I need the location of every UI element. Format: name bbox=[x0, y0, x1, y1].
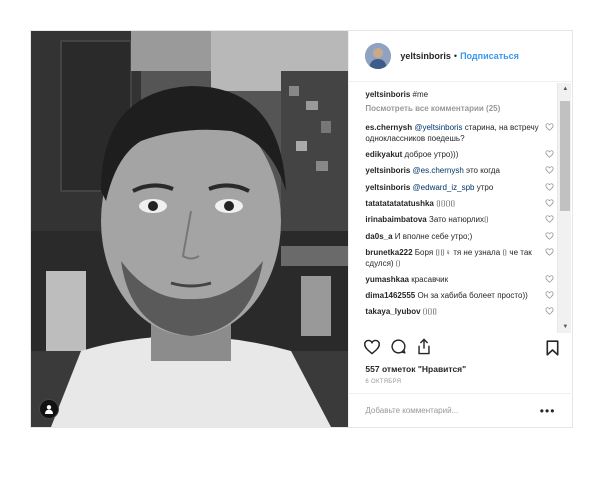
more-options-icon[interactable]: ••• bbox=[540, 405, 556, 417]
comment-username[interactable]: yumashkaa bbox=[365, 275, 409, 284]
comment-text: доброе утро))) bbox=[404, 149, 459, 159]
comment-username[interactable]: takaya_lyubov bbox=[365, 307, 420, 316]
bookmark-icon[interactable] bbox=[546, 340, 559, 361]
heart-icon[interactable] bbox=[545, 166, 557, 177]
comment-mention-link[interactable]: @es.chernysh bbox=[413, 166, 464, 175]
comment-row: es.chernysh @yeltsinboris старина, на вс… bbox=[365, 122, 557, 144]
comment-body: yeltsinboris @es.chernysh это когда bbox=[365, 165, 541, 176]
comment-body: dima1462555 Он за хабиба болеет просто)) bbox=[365, 290, 541, 301]
comment-text: Зато натюрлих⌷ bbox=[429, 215, 489, 225]
caption-text: #me bbox=[412, 90, 429, 99]
heart-icon[interactable] bbox=[545, 274, 557, 286]
heart-icon[interactable] bbox=[545, 291, 557, 302]
add-comment-row: ••• bbox=[349, 393, 572, 427]
post-header: yeltsinboris • Подписаться bbox=[349, 31, 572, 82]
comment-body: yumashkaa красавчик bbox=[365, 274, 541, 285]
heart-icon[interactable] bbox=[545, 248, 557, 259]
heart-icon[interactable] bbox=[545, 150, 557, 161]
heart-icon[interactable] bbox=[545, 232, 557, 243]
comment-username[interactable]: brunetka222 bbox=[365, 248, 412, 257]
comment-text: это когда bbox=[463, 166, 500, 176]
comment-row: takaya_lyubov ⌷⌷⌷ bbox=[365, 306, 557, 318]
heart-icon[interactable] bbox=[545, 182, 557, 194]
comment-row: yumashkaa красавчик bbox=[365, 274, 557, 286]
comment-text: утро bbox=[474, 182, 494, 192]
selfie-photo-illustration bbox=[31, 31, 349, 427]
load-more-comments-link[interactable]: Посмотреть все комментарии (25) bbox=[365, 104, 557, 113]
caption-username[interactable]: yeltsinboris bbox=[365, 90, 410, 99]
header-username[interactable]: yeltsinboris bbox=[400, 51, 451, 61]
header-separator-dot: • bbox=[453, 51, 458, 61]
comment-body: brunetka222 Боря ⌷⌷♀ тя не узнала ⌷ че т… bbox=[365, 247, 541, 269]
avatar[interactable] bbox=[365, 43, 392, 69]
comment-row: yeltsinboris @es.chernysh это когда bbox=[365, 165, 557, 177]
post-photo[interactable] bbox=[31, 31, 349, 427]
comment-body: takaya_lyubov ⌷⌷⌷ bbox=[365, 306, 541, 317]
scrollbar-thumb[interactable] bbox=[560, 101, 571, 211]
comment-text: Он за хабиба болеет просто)) bbox=[417, 290, 528, 300]
heart-icon[interactable] bbox=[545, 307, 557, 318]
comment-row: da0s_a И вполне себе утро;) bbox=[365, 231, 557, 243]
comment-body: es.chernysh @yeltsinboris старина, на вс… bbox=[365, 122, 541, 144]
post-date[interactable]: 6 ОКТЯБРЯ bbox=[365, 379, 401, 385]
heart-icon[interactable] bbox=[363, 339, 381, 360]
instagram-post-embed: yeltsinboris • Подписаться yeltsinboris … bbox=[30, 30, 573, 428]
comment-username[interactable]: irinabaimbatova bbox=[365, 215, 426, 224]
comment-text: ⌷⌷⌷⌷ bbox=[436, 198, 456, 208]
follow-button[interactable]: Подписаться bbox=[460, 51, 519, 61]
comment-body: irinabaimbatova Зато натюрлих⌷ bbox=[365, 214, 541, 225]
comment-row: yeltsinboris @edward_iz_spb утро bbox=[365, 182, 557, 194]
comment-username[interactable]: yeltsinboris bbox=[365, 166, 410, 175]
comment-body: yeltsinboris @edward_iz_spb утро bbox=[365, 182, 541, 193]
comment-body: edikyakut доброе утро))) bbox=[365, 149, 541, 160]
add-comment-input[interactable] bbox=[365, 406, 540, 415]
comment-username[interactable]: tatatatatatatushka bbox=[365, 199, 433, 208]
scroll-down-arrow-icon[interactable]: ▼ bbox=[558, 321, 572, 333]
comment-mention-link[interactable]: @edward_iz_spb bbox=[413, 183, 475, 192]
comments-scrollbar[interactable]: ▲ ▼ bbox=[557, 83, 572, 333]
comment-body: da0s_a И вполне себе утро;) bbox=[365, 231, 541, 242]
heart-icon[interactable] bbox=[545, 123, 557, 134]
comment-row: brunetka222 Боря ⌷⌷♀ тя не узнала ⌷ че т… bbox=[365, 247, 557, 269]
comment-body: tatatatatatatushka ⌷⌷⌷⌷ bbox=[365, 198, 541, 209]
comment-username[interactable]: yeltsinboris bbox=[365, 183, 410, 192]
comment-text: ⌷⌷⌷ bbox=[422, 307, 438, 317]
comment-username[interactable]: da0s_a bbox=[365, 232, 392, 241]
caption: yeltsinboris #me bbox=[365, 89, 557, 100]
comment-bubble-icon[interactable] bbox=[390, 338, 407, 360]
comment-mention-link[interactable]: @yeltsinboris bbox=[414, 123, 462, 132]
comment-row: edikyakut доброе утро))) bbox=[365, 149, 557, 161]
comment-row: tatatatatatatushka ⌷⌷⌷⌷ bbox=[365, 198, 557, 210]
scroll-up-arrow-icon[interactable]: ▲ bbox=[558, 83, 572, 95]
comment-text: красавчик bbox=[411, 274, 449, 284]
heart-icon[interactable] bbox=[545, 215, 557, 226]
comments-list: yeltsinboris #me Посмотреть все коммента… bbox=[349, 83, 557, 333]
comment-username[interactable]: edikyakut bbox=[365, 150, 402, 159]
comment-username[interactable]: dima1462555 bbox=[365, 291, 415, 300]
person-tag-icon[interactable] bbox=[39, 399, 59, 419]
heart-icon[interactable] bbox=[545, 199, 557, 210]
comment-row: irinabaimbatova Зато натюрлих⌷ bbox=[365, 214, 557, 226]
comment-text: И вполне себе утро;) bbox=[394, 231, 473, 241]
comment-rows: es.chernysh @yeltsinboris старина, на вс… bbox=[365, 122, 557, 318]
share-upload-icon[interactable] bbox=[416, 338, 432, 360]
action-bar bbox=[363, 338, 559, 360]
post-sidebar: yeltsinboris • Подписаться yeltsinboris … bbox=[348, 31, 572, 427]
likes-count[interactable]: 557 отметок "Нравится" bbox=[365, 364, 466, 374]
comment-row: dima1462555 Он за хабиба болеет просто)) bbox=[365, 290, 557, 302]
comment-username[interactable]: es.chernysh bbox=[365, 123, 412, 132]
